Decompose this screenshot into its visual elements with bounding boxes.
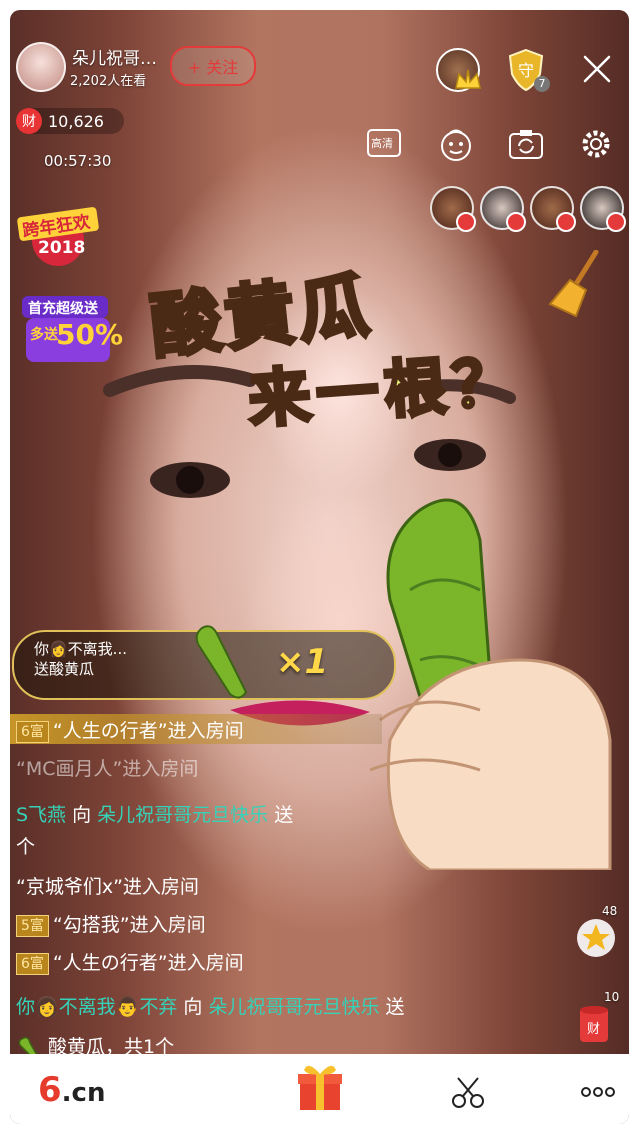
chat-verb: 向 [72,804,92,826]
wealth-button[interactable]: 财 10 [576,990,619,1044]
wealth-icon-label: 财 [587,1022,601,1037]
close-button[interactable] [580,52,614,86]
guard-button[interactable]: 守 7 [506,48,550,92]
vip-avatar[interactable] [530,186,576,232]
face-icon [441,129,471,161]
live-stream-view: 朵儿祝哥… 2,202人在看 + 关注 财 10,626 00:57:30 跨年… [10,10,629,1124]
vip-avatar[interactable] [480,186,526,232]
camera-switch-icon [509,130,543,159]
chat-verb: 向 [183,996,203,1018]
gift-count: ×1 [276,642,329,682]
streamer-avatar[interactable] [16,42,66,92]
stream-timer: 00:57:30 [44,152,112,170]
chat-target[interactable]: 朵儿祝哥哥元旦快乐 [97,804,268,826]
chat-text: “人生の行者”进入房间 [52,952,244,974]
guard-count: 7 [534,76,550,92]
wealth-level-badge: 5富 [16,914,49,937]
vip-badge-icon [456,212,476,232]
chat-text: “人生の行者”进入房间 [52,720,244,742]
chat-sender[interactable]: S飞燕 [16,804,66,826]
vip-avatar[interactable] [430,186,476,232]
beauty-button[interactable] [438,126,474,162]
scissors-icon [452,1077,484,1108]
chat-message-continued: 个 [16,836,36,858]
quality-label: 高清 [371,137,393,150]
streamer-name[interactable]: 朵儿祝哥… [72,44,157,69]
first-charge-title: 首充超级送 [28,301,98,317]
gift-description: 送酸黄瓜 [34,660,95,678]
coin-value: 10,626 [48,111,104,131]
gift-button[interactable] [296,1060,344,1112]
pickle-gift-icon [195,625,248,699]
chat-message: 你👩不离我👨不弃 向 朵儿祝哥哥元旦快乐 送 [16,992,405,1019]
clear-screen-icon[interactable] [546,250,604,320]
chat-text: “MC画月人”进入房间 [16,758,199,780]
gear-icon [582,130,610,158]
follow-button[interactable]: + 关注 [170,46,256,86]
logo-suffix: .cn [61,1078,106,1108]
chat-message: 5富 “勾搭我”进入房间 [16,910,206,937]
wealth-count: 10 [604,990,620,1004]
chat-text: “勾搭我”进入房间 [52,914,206,936]
chat-tail: 送 [385,996,405,1018]
chat-sender[interactable]: 你👩不离我👨不弃 [16,996,177,1018]
chat-text: “京城爷们x”进入房间 [16,876,199,898]
chat-message: 6富 “人生の行者”进入房间 [16,948,244,975]
new-year-carnival-badge[interactable]: 跨年狂欢 2018 [16,206,100,268]
wealth-level-badge: 6富 [16,720,49,743]
settings-button[interactable] [578,126,614,162]
gift-box-icon [298,1065,342,1110]
chat-message: “京城爷们x”进入房间 [16,872,199,899]
crown-icon [455,69,481,89]
top-fan-avatar[interactable] [436,48,481,92]
app-logo[interactable]: 6.cn [38,1070,105,1110]
wealth-icon: 财 [16,108,42,134]
switch-camera-button[interactable] [508,126,544,162]
star-icon [577,919,615,957]
wealth-level-badge: 6富 [16,952,49,975]
vip-badge-icon [506,212,526,232]
carnival-badge-year: 2018 [38,238,86,258]
svg-text:守: 守 [518,61,534,80]
first-charge-more: 多送 [30,327,58,343]
logo-main: 6 [38,1070,62,1110]
star-count: 48 [602,904,618,918]
chat-message: 6富 “人生の行者”进入房间 [16,716,244,743]
cucumber-sticker [370,498,612,870]
more-dots-icon [581,1087,615,1097]
more-button[interactable] [580,1082,616,1102]
chat-tail: 送 [274,804,294,826]
vip-avatar[interactable] [580,186,626,232]
star-task-button[interactable]: 48 [576,904,617,958]
sticker-title-line2: 来一根？ [244,343,524,439]
clip-button[interactable] [450,1074,486,1110]
gift-sender: 你👩不离我... [34,640,127,658]
close-icon [583,55,611,83]
chat-target[interactable]: 朵儿祝哥哥元旦快乐 [208,996,379,1018]
viewer-count: 2,202人在看 [70,74,147,89]
chat-message: “MC画月人”进入房间 [16,754,198,781]
coin-counter[interactable]: 财 10,626 [16,108,124,134]
quality-button[interactable]: 高清 [366,126,402,162]
chat-message: S飞燕 向 朵儿祝哥哥元旦快乐 送 [16,800,293,827]
vip-badge-icon [606,212,626,232]
vip-badge-icon [556,212,576,232]
